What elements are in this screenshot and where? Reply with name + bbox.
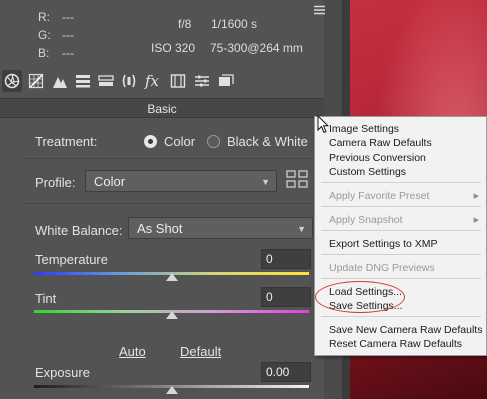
basic-tab-header: Basic bbox=[0, 98, 324, 118]
profile-value: Color bbox=[94, 174, 126, 189]
tint-label: Tint bbox=[35, 291, 57, 306]
white-balance-label: White Balance: bbox=[35, 223, 123, 238]
menu-separator bbox=[321, 278, 481, 279]
basic-panel-flyout-menu: Image Settings Camera Raw Defaults Previ… bbox=[314, 116, 487, 356]
treatment-color-radio[interactable] bbox=[144, 135, 157, 148]
presets-icon[interactable] bbox=[194, 73, 210, 89]
split-toning-icon[interactable] bbox=[98, 73, 114, 89]
white-balance-value: As Shot bbox=[137, 221, 183, 236]
menu-item-custom-settings[interactable]: Custom Settings bbox=[329, 166, 406, 178]
temperature-value: 0 bbox=[266, 252, 273, 266]
menu-item-previous-conversion[interactable]: Previous Conversion bbox=[329, 152, 426, 164]
effects-fx-icon[interactable]: fx bbox=[144, 73, 164, 89]
temperature-label: Temperature bbox=[35, 252, 108, 267]
menu-separator bbox=[321, 316, 481, 317]
aperture-value: f/8 bbox=[178, 17, 192, 31]
divider bbox=[22, 203, 324, 204]
tone-curve-icon[interactable] bbox=[28, 73, 44, 89]
profile-select[interactable]: Color ▼ bbox=[85, 170, 277, 192]
profile-browser-icon[interactable] bbox=[286, 170, 308, 188]
exposure-label: Exposure bbox=[35, 365, 90, 380]
temperature-slider-thumb[interactable] bbox=[165, 273, 178, 281]
b-value: --- bbox=[62, 46, 74, 60]
exposure-slider-thumb[interactable] bbox=[165, 386, 178, 394]
menu-separator bbox=[321, 206, 481, 207]
g-value: --- bbox=[62, 28, 74, 42]
shutter-value: 1/1600 s bbox=[211, 17, 258, 31]
lens-corrections-icon[interactable] bbox=[121, 73, 137, 89]
panel-menu-icon[interactable] bbox=[314, 5, 325, 15]
menu-item-save-new-camera-raw-defaults[interactable]: Save New Camera Raw Defaults bbox=[329, 324, 482, 336]
tab-title: Basic bbox=[147, 102, 177, 116]
hsl-icon[interactable] bbox=[75, 73, 91, 89]
r-value: --- bbox=[62, 10, 74, 24]
profile-label: Profile: bbox=[35, 175, 76, 190]
panel-toolbar: fx bbox=[0, 64, 324, 98]
treatment-bw-label[interactable]: Black & White bbox=[227, 134, 308, 149]
menu-separator bbox=[321, 254, 481, 255]
tint-input[interactable]: 0 bbox=[261, 287, 311, 307]
exposure-value: 0.00 bbox=[266, 365, 290, 379]
lens-value: 75-300@264 mm bbox=[210, 41, 303, 55]
submenu-arrow-icon: ▶ bbox=[473, 217, 479, 224]
b-label: B: bbox=[38, 46, 50, 60]
divider bbox=[22, 158, 324, 159]
auto-link[interactable]: Auto bbox=[119, 344, 146, 359]
chevron-down-icon: ▼ bbox=[261, 177, 270, 187]
mouse-cursor-icon bbox=[317, 115, 329, 134]
menu-item-camera-raw-defaults[interactable]: Camera Raw Defaults bbox=[329, 137, 432, 149]
highlight-annotation-ring bbox=[315, 281, 405, 313]
tint-slider-thumb[interactable] bbox=[165, 311, 178, 319]
treatment-label: Treatment: bbox=[35, 134, 98, 149]
iso-value: ISO 320 bbox=[151, 41, 196, 55]
menu-item-apply-snapshot: Apply Snapshot bbox=[329, 214, 403, 226]
menu-separator bbox=[321, 182, 481, 183]
default-link[interactable]: Default bbox=[180, 344, 221, 359]
menu-item-reset-camera-raw-defaults[interactable]: Reset Camera Raw Defaults bbox=[329, 338, 462, 350]
tint-value: 0 bbox=[266, 290, 273, 304]
treatment-color-label[interactable]: Color bbox=[164, 134, 195, 149]
exposure-input[interactable]: 0.00 bbox=[261, 362, 311, 382]
menu-item-update-dng-previews: Update DNG Previews bbox=[329, 262, 435, 274]
temperature-input[interactable]: 0 bbox=[261, 249, 311, 269]
detail-icon[interactable] bbox=[52, 73, 68, 89]
snapshots-icon[interactable] bbox=[218, 73, 234, 89]
svg-text:fx: fx bbox=[144, 73, 160, 89]
menu-item-export-settings-xmp[interactable]: Export Settings to XMP bbox=[329, 238, 438, 250]
menu-item-image-settings[interactable]: Image Settings bbox=[329, 123, 399, 135]
menu-item-apply-favorite-preset: Apply Favorite Preset bbox=[329, 190, 430, 202]
g-label: G: bbox=[38, 28, 51, 42]
camera-calibration-icon[interactable] bbox=[170, 73, 186, 89]
treatment-bw-radio[interactable] bbox=[207, 135, 220, 148]
menu-separator bbox=[321, 230, 481, 231]
white-balance-select[interactable]: As Shot ▼ bbox=[128, 217, 313, 239]
basic-panel: R: --- G: --- B: --- f/8 1/1600 s ISO 32… bbox=[0, 0, 324, 399]
submenu-arrow-icon: ▶ bbox=[473, 193, 479, 200]
chevron-down-icon: ▼ bbox=[297, 224, 306, 234]
r-label: R: bbox=[38, 10, 50, 24]
basic-aperture-icon[interactable] bbox=[4, 73, 20, 89]
